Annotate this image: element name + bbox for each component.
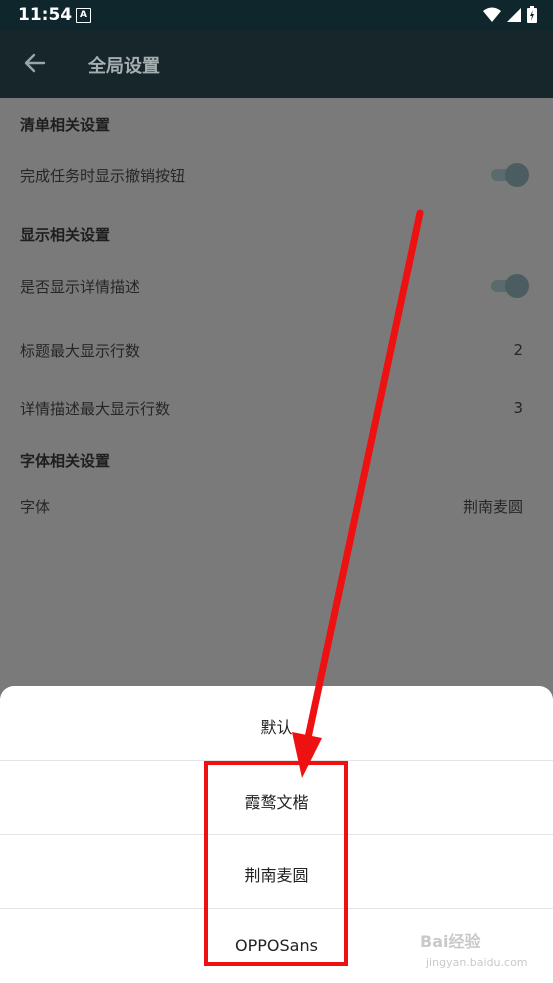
signal-icon [507, 7, 521, 22]
app-bar: 全局设置 [0, 30, 553, 98]
show-undo-toggle[interactable] [489, 162, 529, 188]
back-arrow-icon[interactable] [22, 50, 48, 76]
setting-value: 2 [513, 341, 523, 359]
status-bar: 11:54 A [0, 0, 553, 30]
section-title-list: 清单相关设置 [20, 116, 111, 134]
setting-label: 标题最大显示行数 [20, 342, 141, 360]
page-title: 全局设置 [88, 56, 160, 77]
setting-label: 详情描述最大显示行数 [20, 400, 171, 418]
wifi-icon [483, 7, 501, 22]
status-time: 11:54 [18, 5, 73, 25]
section-title-font: 字体相关设置 [20, 452, 111, 470]
setting-label: 完成任务时显示撤销按钮 [20, 167, 186, 185]
battery-icon [527, 6, 537, 23]
setting-value: 3 [513, 399, 523, 417]
section-title-display: 显示相关设置 [20, 226, 111, 244]
sim-icon: A [76, 8, 91, 23]
highlight-box [204, 761, 348, 966]
show-detail-toggle[interactable] [489, 273, 529, 299]
watermark-url: jingyan.baidu.com [426, 956, 528, 969]
setting-value: 荆南麦圆 [462, 498, 523, 516]
system-icons [483, 6, 537, 23]
watermark-logo: Bai经验 [420, 932, 481, 951]
setting-label: 是否显示详情描述 [20, 278, 141, 296]
setting-label: 字体 [20, 498, 51, 516]
font-option-default[interactable]: 默认 [0, 714, 553, 738]
